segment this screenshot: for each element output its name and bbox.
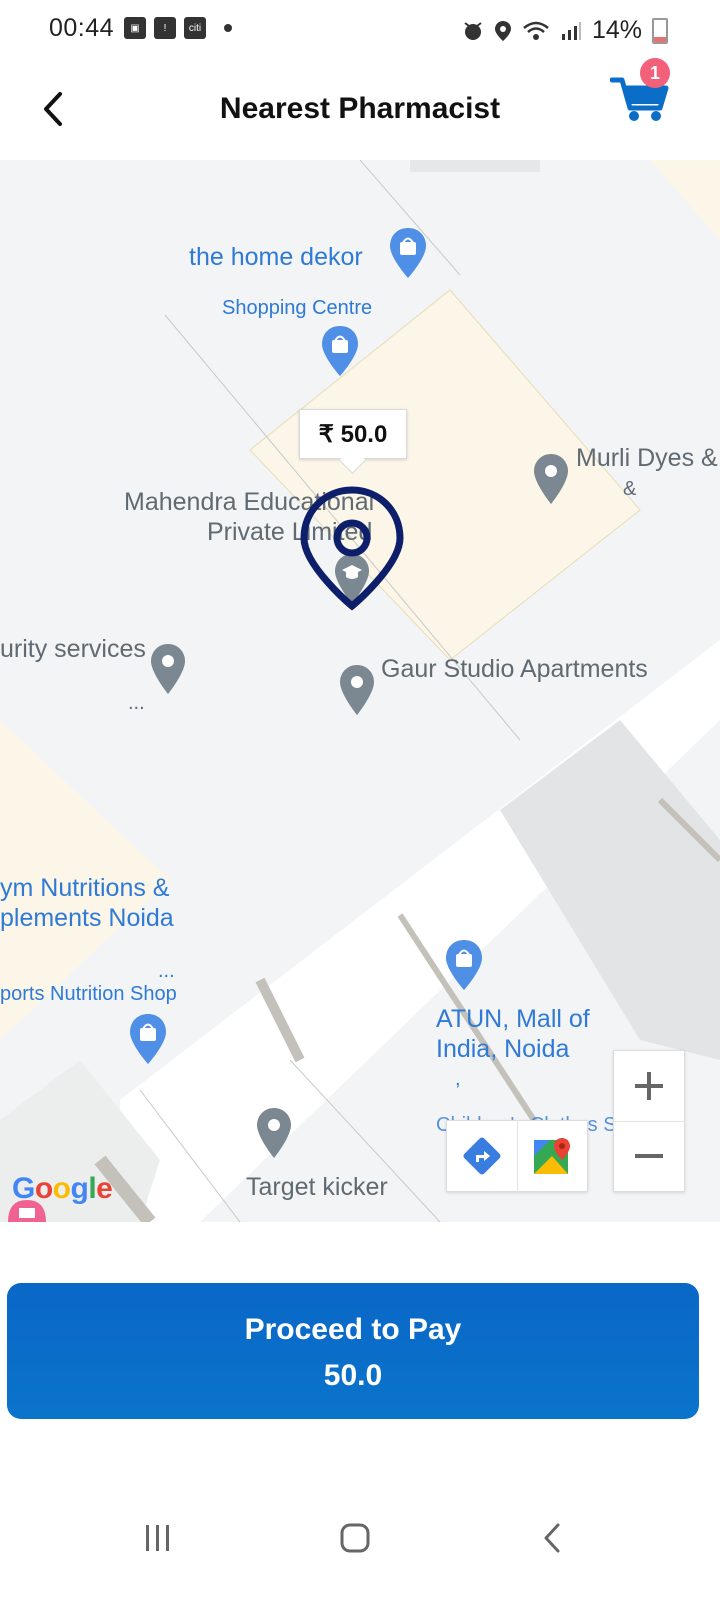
open-in-maps-button[interactable]: [517, 1121, 587, 1191]
recent-apps-button[interactable]: [128, 1508, 188, 1568]
shopping-bag-icon[interactable]: [388, 226, 428, 280]
home-icon: [340, 1523, 370, 1553]
zoom-out-button[interactable]: [614, 1121, 684, 1191]
minus-icon: [635, 1154, 663, 1158]
system-nav-bar: [0, 1480, 720, 1600]
home-button[interactable]: [325, 1508, 385, 1568]
proceed-to-pay-button[interactable]: Proceed to Pay 50.0: [7, 1283, 699, 1419]
place-atun-mall[interactable]: ATUN, Mall of: [436, 1004, 590, 1034]
place-sports-nutrition[interactable]: ports Nutrition Shop: [0, 979, 177, 1009]
place-atun-extra: ,: [455, 1068, 461, 1090]
place-gym-line2: plements Noida: [0, 904, 174, 932]
cart-count-badge: 1: [640, 58, 670, 88]
alert-icon: !: [154, 17, 176, 39]
map-toolbar: [446, 1120, 588, 1192]
place-gym-nutritions[interactable]: ym Nutritions &: [0, 873, 169, 903]
place-pin-icon[interactable]: [532, 452, 570, 506]
zoom-controls: [613, 1050, 685, 1192]
battery-icon: [652, 17, 668, 44]
place-murli-dyes[interactable]: Murli Dyes &: [576, 443, 718, 473]
pay-button-label: Proceed to Pay: [244, 1313, 462, 1346]
pharmacist-location-icon[interactable]: [300, 486, 404, 612]
place-security-more: ...: [128, 692, 145, 714]
place-atun-line2: India, Noida: [436, 1035, 570, 1063]
place-security-services[interactable]: urity services: [0, 634, 146, 664]
plus-icon: [635, 1072, 663, 1100]
directions-icon: [463, 1137, 501, 1175]
directions-button[interactable]: [447, 1121, 518, 1191]
place-murli-dyes-line2: &: [623, 478, 637, 500]
price-tag[interactable]: ₹ 50.0: [299, 409, 407, 459]
battery-percent: 14%: [591, 16, 642, 44]
signal-icon: [561, 21, 581, 40]
map-view[interactable]: the home dekor Shopping Centre Murli Dye…: [0, 160, 720, 1222]
gallery-icon: ▣: [124, 17, 146, 39]
shopping-bag-icon[interactable]: [444, 938, 484, 992]
place-pin-icon[interactable]: [255, 1106, 293, 1160]
pay-amount: 50.0: [323, 1359, 383, 1392]
citi-app-icon: citi: [184, 17, 206, 39]
place-shopping-centre[interactable]: Shopping Centre: [222, 293, 372, 323]
wifi-icon: [523, 21, 549, 40]
google-maps-icon: [534, 1138, 570, 1174]
shopping-bag-icon[interactable]: [128, 1012, 168, 1066]
app-bar: Nearest Pharmacist 1: [0, 58, 720, 162]
map-overlay-badge-icon: [8, 1200, 46, 1222]
status-bar: 00:44 ▣ ! citi 14%: [0, 0, 720, 58]
system-back-button[interactable]: [523, 1508, 583, 1568]
shopping-bag-icon[interactable]: [320, 324, 360, 378]
place-home-dekor[interactable]: the home dekor: [189, 242, 363, 272]
alarm-icon: [464, 21, 482, 40]
place-gaur-studio[interactable]: Gaur Studio Apartments: [381, 654, 648, 684]
place-target-kicker[interactable]: Target kicker: [246, 1172, 388, 1202]
status-time: 00:44: [49, 14, 115, 42]
notification-dot-icon: [224, 24, 232, 32]
recent-apps-icon: [146, 1525, 169, 1551]
place-pin-icon[interactable]: [338, 663, 376, 717]
system-back-icon: [544, 1523, 560, 1553]
location-icon: [494, 20, 511, 41]
place-pin-icon[interactable]: [149, 642, 187, 696]
zoom-in-button[interactable]: [614, 1051, 684, 1122]
